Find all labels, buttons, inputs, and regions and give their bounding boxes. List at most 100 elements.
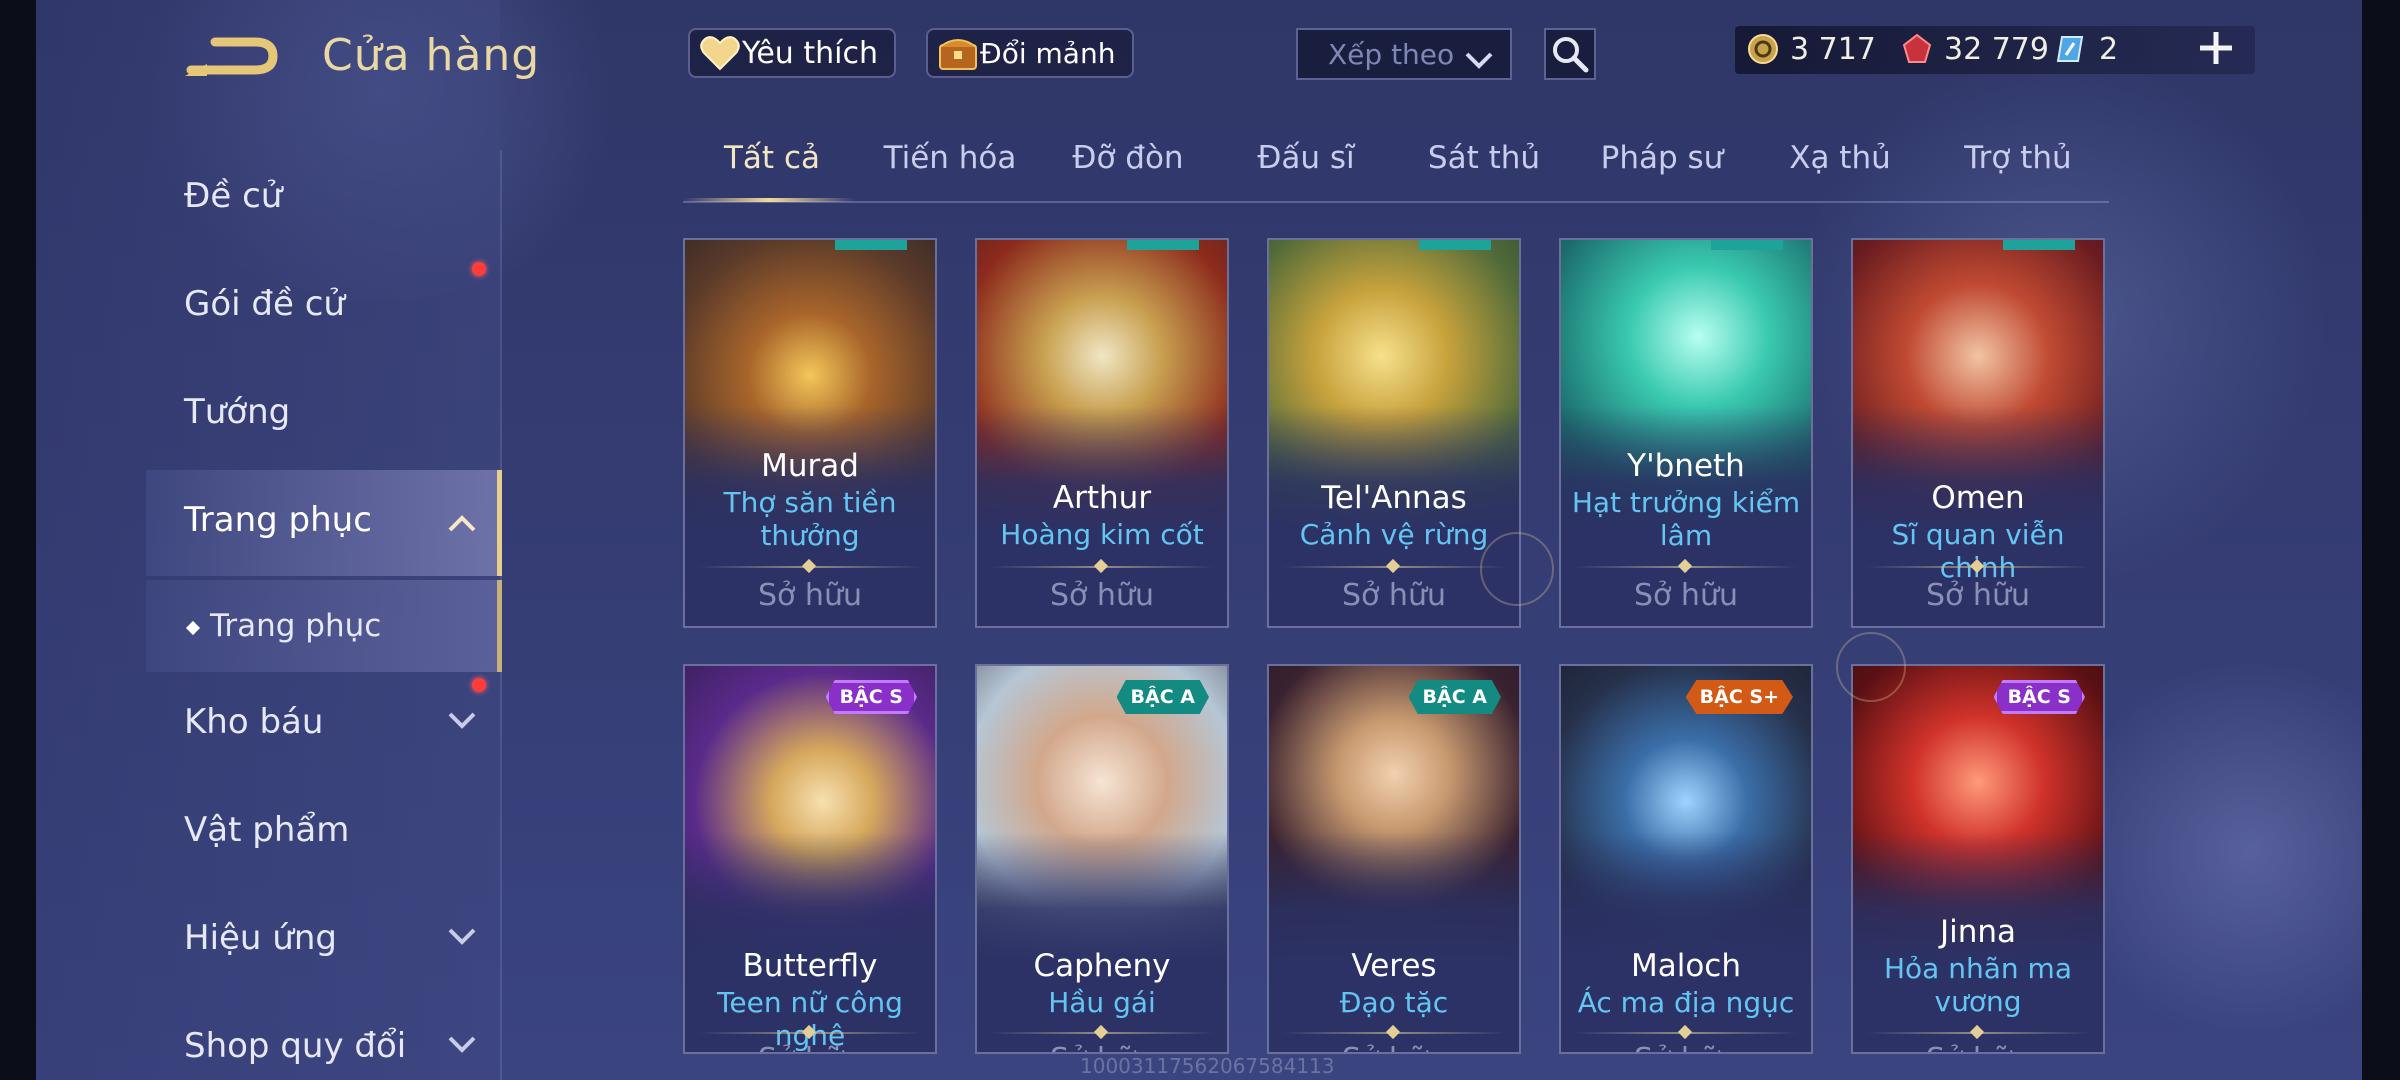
voucher-icon (2055, 32, 2089, 66)
chest-icon (936, 31, 980, 75)
tier-badge: BẬC S (825, 680, 917, 714)
sort-dropdown[interactable]: Xếp theo (1296, 28, 1512, 80)
skin-name: Thợ săn tiền thưởng (723, 486, 897, 552)
decorative-ring (1480, 532, 1554, 606)
skin-card[interactable]: BẬC A Capheny Hầu gái Sở hữu (975, 664, 1229, 1054)
owned-status: Sở hữu (685, 1042, 935, 1052)
search-button[interactable] (1544, 28, 1596, 80)
search-icon (1553, 37, 1589, 73)
red-gem-icon (1900, 32, 1934, 66)
tier-badge: BẬC A (1408, 680, 1501, 714)
skin-card[interactable]: Y'bneth Hạt trưởng kiểm lâm Sở hữu (1559, 238, 1813, 628)
watermark: 10003117562067584113 (1080, 1054, 1335, 1078)
skin-name: Sĩ quan viễn chinh (1891, 518, 2065, 584)
coin-balance: 3 717 (1746, 29, 1876, 69)
shop-screen: Cửa hàng Yêu thích Đổi mảnh Xếp theo 3 7… (0, 0, 2400, 1080)
tab-assassin[interactable]: Sát thủ (1395, 140, 1573, 198)
owned-status: Sở hữu (1634, 578, 1738, 613)
sidebar-item-recommended-packs[interactable]: Gói đề cử (184, 284, 345, 324)
favorite-button[interactable]: Yêu thích (688, 28, 896, 78)
add-currency-button[interactable] (2196, 28, 2236, 68)
skin-name: Hầu gái (1048, 986, 1156, 1019)
tab-evolution[interactable]: Tiến hóa (861, 140, 1039, 198)
chevron-down-icon[interactable] (448, 928, 476, 946)
tier-badge (1711, 240, 1783, 250)
hero-name: Murad (761, 448, 859, 484)
sidebar-item-items[interactable]: Vật phẩm (184, 810, 349, 850)
notification-dot (472, 262, 486, 276)
skin-name: Hỏa nhãn ma vương (1884, 952, 2072, 1018)
owned-status: Sở hữu (1853, 1042, 2103, 1052)
page-title: Cửa hàng (322, 30, 541, 81)
category-tabs: Tất cả Tiến hóa Đỡ đòn Đấu sĩ Sát thủ Ph… (683, 140, 2109, 202)
card-shade (1561, 832, 1811, 1052)
sidebar-item-recommended[interactable]: Đề cử (184, 176, 282, 216)
back-arrow-icon (185, 37, 278, 76)
owned-status: Sở hữu (977, 1042, 1227, 1052)
sidebar-item-heroes[interactable]: Tướng (184, 392, 290, 432)
sidebar-item-skins[interactable]: Trang phục (184, 500, 372, 540)
owned-status: Sở hữu (1342, 578, 1446, 613)
skin-name: Cảnh vệ rừng (1299, 518, 1489, 551)
card-shade (1269, 832, 1519, 1052)
chevron-up-icon[interactable] (448, 514, 476, 532)
hero-name: Omen (1931, 480, 2025, 516)
back-button[interactable] (185, 30, 285, 90)
heart-icon (698, 31, 742, 75)
exchange-label: Đổi mảnh (980, 36, 1116, 70)
skin-card[interactable]: BẬC S Butterfly Teen nữ công nghệ Sở hữu (683, 664, 937, 1054)
owned-status: Sở hữu (1926, 578, 2030, 613)
owned-status: Sở hữu (1269, 1042, 1519, 1052)
hero-name: Tel'Annas (1321, 480, 1467, 516)
plus-icon (2200, 32, 2232, 64)
skin-card[interactable]: BẬC A Veres Đạo tặc Sở hữu (1267, 664, 1521, 1054)
skin-card[interactable]: BẬC S+ Maloch Ác ma địa ngục Sở hữu (1559, 664, 1813, 1054)
sidebar-item-effects[interactable]: Hiệu ứng (184, 918, 337, 958)
chevron-down-icon[interactable] (448, 712, 476, 730)
exchange-button[interactable]: Đổi mảnh (926, 28, 1134, 78)
skin-card[interactable]: Arthur Hoàng kim cốt Sở hữu (975, 238, 1229, 628)
gold-coin-icon (1746, 32, 1780, 66)
ticket-amount: 2 (2099, 31, 2119, 67)
tier-badge (1419, 240, 1491, 250)
owned-status: Sở hữu (758, 578, 862, 613)
hero-name: Veres (1351, 948, 1437, 984)
tab-marksman[interactable]: Xạ thủ (1751, 140, 1929, 198)
card-shade (977, 832, 1227, 1052)
hero-name: Butterfly (742, 948, 878, 984)
tab-tank[interactable]: Đỡ đòn (1039, 140, 1217, 198)
tier-badge (2003, 240, 2075, 250)
skin-card[interactable]: BẬC S Jinna Hỏa nhãn ma vương Sở hữu (1851, 664, 2105, 1054)
skin-name: Hạt trưởng kiểm lâm (1571, 486, 1801, 552)
screen-edge-right (2362, 0, 2400, 1080)
tab-all[interactable]: Tất cả (683, 140, 861, 198)
ticket-balance: 2 (2055, 29, 2118, 69)
sidebar-subitem-text: Trang phục (210, 608, 382, 644)
hero-name: Arthur (1052, 480, 1152, 516)
gem-amount: 32 779 (1944, 31, 2049, 67)
notification-dot (472, 678, 486, 692)
coin-amount: 3 717 (1790, 31, 1876, 67)
skin-card[interactable]: Murad Thợ săn tiền thưởng Sở hữu (683, 238, 937, 628)
tab-support[interactable]: Trợ thủ (1929, 140, 2107, 198)
sidebar-item-treasure[interactable]: Kho báu (184, 702, 323, 742)
tab-mage[interactable]: Pháp sư (1573, 140, 1751, 198)
sidebar-subitem-skins-label: Trang phục (185, 608, 382, 644)
hero-name: Capheny (1033, 948, 1171, 984)
tier-badge: BẬC S (1993, 680, 2085, 714)
tab-fighter[interactable]: Đấu sĩ (1217, 140, 1395, 198)
skin-name: Ác ma địa ngục (1577, 986, 1795, 1019)
skin-card[interactable]: Omen Sĩ quan viễn chinh Sở hữu (1851, 238, 2105, 628)
hero-name: Jinna (1939, 914, 2017, 950)
sidebar-item-exchange-shop[interactable]: Shop quy đổi (184, 1026, 406, 1066)
chevron-down-icon (1464, 44, 1494, 77)
hero-name: Y'bneth (1627, 448, 1745, 484)
diamond-bullet-icon (185, 620, 201, 635)
bg-glow (2080, 640, 2400, 1060)
tier-badge: BẬC A (1116, 680, 1209, 714)
screen-edge-left (0, 0, 36, 1080)
decorative-ring (1836, 632, 1906, 702)
owned-status: Sở hữu (1050, 578, 1154, 613)
chevron-down-icon[interactable] (448, 1036, 476, 1054)
tier-badge (835, 240, 907, 250)
